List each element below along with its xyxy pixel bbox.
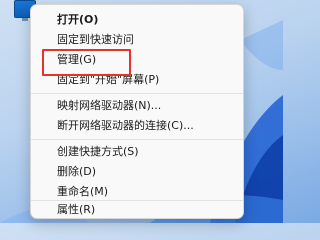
manage-highlight-box: [42, 49, 131, 76]
menu-item-delete[interactable]: 删除(D): [38, 162, 236, 182]
menu-item-pin-quick-access[interactable]: 固定到快速访问: [38, 30, 236, 50]
menu-item-properties[interactable]: 属性(R): [38, 200, 236, 220]
menu-item-map-network-drive[interactable]: 映射网络驱动器(N)...: [38, 96, 236, 116]
monitor-stand: [22, 18, 28, 21]
menu-separator: [31, 139, 243, 140]
menu-item-create-shortcut[interactable]: 创建快捷方式(S): [38, 142, 236, 162]
menu-item-disconnect-network-drive[interactable]: 断开网络驱动器的连接(C)...: [38, 116, 236, 136]
menu-separator: [31, 93, 243, 94]
menu-item-open[interactable]: 打开(O): [38, 10, 236, 30]
menu-item-rename[interactable]: 重命名(M): [38, 182, 236, 202]
context-menu: 打开(O) 固定到快速访问 管理(G) 固定到"开始"屏幕(P) 映射网络驱动器…: [30, 4, 244, 219]
